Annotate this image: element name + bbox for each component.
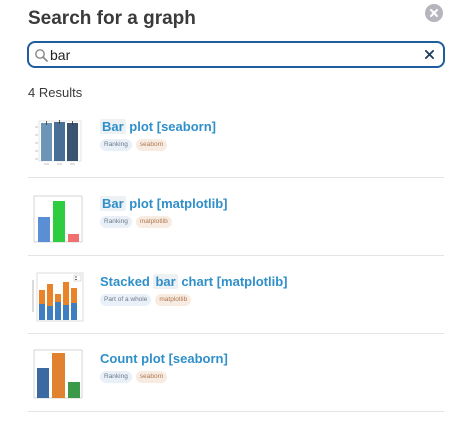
result-item[interactable]: Bar plot [seaborn] Ranking seaborn (28, 100, 444, 178)
result-item[interactable]: Count plot [seaborn] Ranking seaborn (28, 334, 444, 412)
count-plot-seaborn-thumbnail (30, 349, 84, 401)
result-title[interactable]: Count plot [seaborn] (100, 351, 228, 366)
stacked-bar-chart-thumbnail (30, 272, 84, 324)
search-input[interactable] (50, 46, 410, 63)
result-title[interactable]: Bar plot [seaborn] (100, 119, 216, 134)
page-title: Search for a graph (28, 8, 196, 29)
search-icon (35, 48, 48, 62)
library-tag[interactable]: matplotlib (135, 216, 172, 228)
library-tag[interactable]: matplotlib (155, 294, 192, 306)
title-suffix: chart [matplotlib] (177, 274, 288, 289)
search-field[interactable] (27, 41, 445, 68)
library-tag[interactable]: seaborn (135, 371, 168, 383)
title-prefix: Stacked (100, 274, 154, 289)
clear-search-icon[interactable] (422, 47, 436, 61)
library-tag[interactable]: seaborn (135, 139, 168, 151)
close-icon[interactable] (425, 4, 443, 22)
title-suffix: plot [matplotlib] (125, 196, 228, 211)
title-prefix: Count plot [seaborn] (100, 351, 228, 366)
bar-plot-matplotlib-thumbnail (30, 194, 84, 246)
result-item[interactable]: Stacked bar chart [matplotlib] Part of a… (28, 256, 444, 334)
result-title[interactable]: Stacked bar chart [matplotlib] (100, 274, 288, 289)
title-highlight: Bar (100, 196, 126, 211)
category-tag[interactable]: Ranking (100, 371, 132, 383)
title-suffix: plot [seaborn] (125, 119, 216, 134)
category-tag[interactable]: Ranking (100, 216, 132, 228)
title-highlight: Bar (100, 119, 126, 134)
results-count: 4 Results (28, 85, 83, 100)
result-item[interactable]: Bar plot [matplotlib] Ranking matplotlib (28, 178, 444, 256)
title-highlight: bar (153, 274, 178, 289)
category-tag[interactable]: Ranking (100, 139, 132, 151)
category-tag[interactable]: Part of a whole (100, 294, 152, 306)
result-title[interactable]: Bar plot [matplotlib] (100, 196, 228, 211)
bar-plot-seaborn-thumbnail (30, 117, 84, 169)
